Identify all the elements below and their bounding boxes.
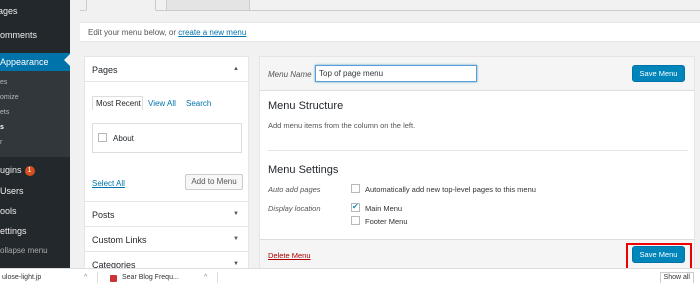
accordion-title: Posts bbox=[92, 210, 115, 220]
current-menu-arrow-icon bbox=[64, 54, 70, 66]
submenu-item-widgets[interactable]: ets bbox=[0, 109, 9, 116]
manage-menus-text: Edit your menu below, or create a new me… bbox=[88, 28, 246, 37]
add-menu-items-panel: Pages ▲ Most Recent View All Search Abou… bbox=[84, 56, 249, 278]
admin-sidebar: ages omments Appearance es omize ets s r… bbox=[0, 0, 70, 268]
select-all-link[interactable]: Select All bbox=[92, 179, 125, 188]
caret-down-icon: ▼ bbox=[233, 211, 239, 217]
chevron-up-icon[interactable]: ^ bbox=[84, 274, 87, 281]
pdf-file-icon bbox=[110, 275, 117, 282]
caret-up-icon: ▲ bbox=[233, 66, 239, 72]
download-item-1[interactable]: ulose-light.jp bbox=[2, 274, 41, 281]
main-menu-label: Main Menu bbox=[365, 204, 403, 213]
tab-edit-menus[interactable] bbox=[86, 0, 156, 11]
tab-manage-locations[interactable] bbox=[166, 0, 250, 11]
auto-add-pages-label: Auto add pages bbox=[268, 185, 321, 194]
auto-add-pages-checkbox[interactable] bbox=[351, 184, 360, 193]
footer-menu-checkbox[interactable] bbox=[351, 216, 360, 225]
menu-name-input[interactable] bbox=[315, 65, 477, 82]
page-item-label: About bbox=[113, 134, 134, 143]
menu-management-panel: Menu Name Save Menu Menu Structure Add m… bbox=[259, 56, 695, 270]
menu-settings-title: Menu Settings bbox=[268, 164, 339, 176]
sidebar-item-pages[interactable]: ages bbox=[0, 6, 68, 16]
auto-add-pages-text: Automatically add new top-level pages to… bbox=[365, 185, 536, 194]
download-item-2[interactable]: Sear Blog Frequ... bbox=[122, 274, 179, 281]
sidebar-item-plugins[interactable]: ugins 1 bbox=[0, 165, 70, 176]
divider bbox=[97, 272, 98, 283]
manage-menus-bar: Edit your menu below, or create a new me… bbox=[80, 22, 700, 42]
menu-structure-description: Add menu items from the column on the le… bbox=[268, 121, 416, 130]
menu-structure-title: Menu Structure bbox=[268, 100, 344, 112]
submenu-item-customize[interactable]: omize bbox=[0, 94, 19, 101]
accordion-custom-links-header[interactable]: Custom Links ▼ bbox=[85, 227, 248, 252]
divider bbox=[268, 150, 688, 151]
submenu-item-themes[interactable]: es bbox=[0, 79, 7, 86]
divider bbox=[217, 272, 218, 283]
submenu-item-menus[interactable]: s bbox=[0, 124, 4, 131]
display-location-label: Display location bbox=[268, 204, 321, 213]
sidebar-item-settings[interactable]: ettings bbox=[0, 226, 70, 236]
pages-section: Most Recent View All Search About Select… bbox=[85, 82, 248, 202]
pages-list: About bbox=[92, 123, 242, 153]
chevron-up-icon[interactable]: ^ bbox=[204, 274, 207, 281]
add-to-menu-button[interactable]: Add to Menu bbox=[185, 174, 243, 190]
tab-most-recent[interactable]: Most Recent bbox=[96, 99, 141, 108]
menu-name-label: Menu Name bbox=[268, 70, 312, 79]
caret-down-icon: ▼ bbox=[233, 261, 239, 267]
sidebar-item-label: Appearance bbox=[0, 57, 49, 67]
create-new-menu-link[interactable]: create a new menu bbox=[178, 28, 246, 37]
delete-menu-link[interactable]: Delete Menu bbox=[268, 251, 311, 260]
sidebar-item-appearance[interactable]: Appearance bbox=[0, 53, 70, 71]
tab-view-all[interactable]: View All bbox=[148, 99, 176, 108]
tab-search[interactable]: Search bbox=[186, 99, 211, 108]
update-count-badge: 1 bbox=[24, 165, 35, 176]
appearance-submenu: es omize ets s r bbox=[0, 71, 70, 157]
accordion-title: Custom Links bbox=[92, 235, 147, 245]
accordion-posts-header[interactable]: Posts ▼ bbox=[85, 202, 248, 227]
menu-header: Menu Name Save Menu bbox=[260, 57, 694, 91]
sidebar-item-label: ugins bbox=[0, 165, 22, 175]
sidebar-item-tools[interactable]: ools bbox=[0, 206, 70, 216]
submenu-item-editor[interactable]: r bbox=[0, 139, 2, 146]
accordion-title: Pages bbox=[92, 65, 118, 75]
collapse-menu-button[interactable]: ollapse menu bbox=[0, 246, 70, 255]
main-menu-checkbox[interactable] bbox=[351, 202, 360, 212]
page-checkbox[interactable] bbox=[98, 133, 107, 142]
save-menu-button-top[interactable]: Save Menu bbox=[632, 65, 685, 82]
sidebar-item-comments[interactable]: omments bbox=[0, 30, 70, 40]
sidebar-item-users[interactable]: Users bbox=[0, 186, 70, 196]
caret-down-icon: ▼ bbox=[233, 236, 239, 242]
accordion-pages-header[interactable]: Pages ▲ bbox=[85, 57, 248, 82]
show-all-button[interactable]: Show all bbox=[659, 272, 694, 283]
downloads-bar: ulose-light.jp ^ Sear Blog Frequ... ^ Sh… bbox=[0, 268, 700, 283]
manage-menus-label: Edit your menu below, or bbox=[88, 28, 177, 37]
footer-menu-label: Footer Menu bbox=[365, 217, 408, 226]
